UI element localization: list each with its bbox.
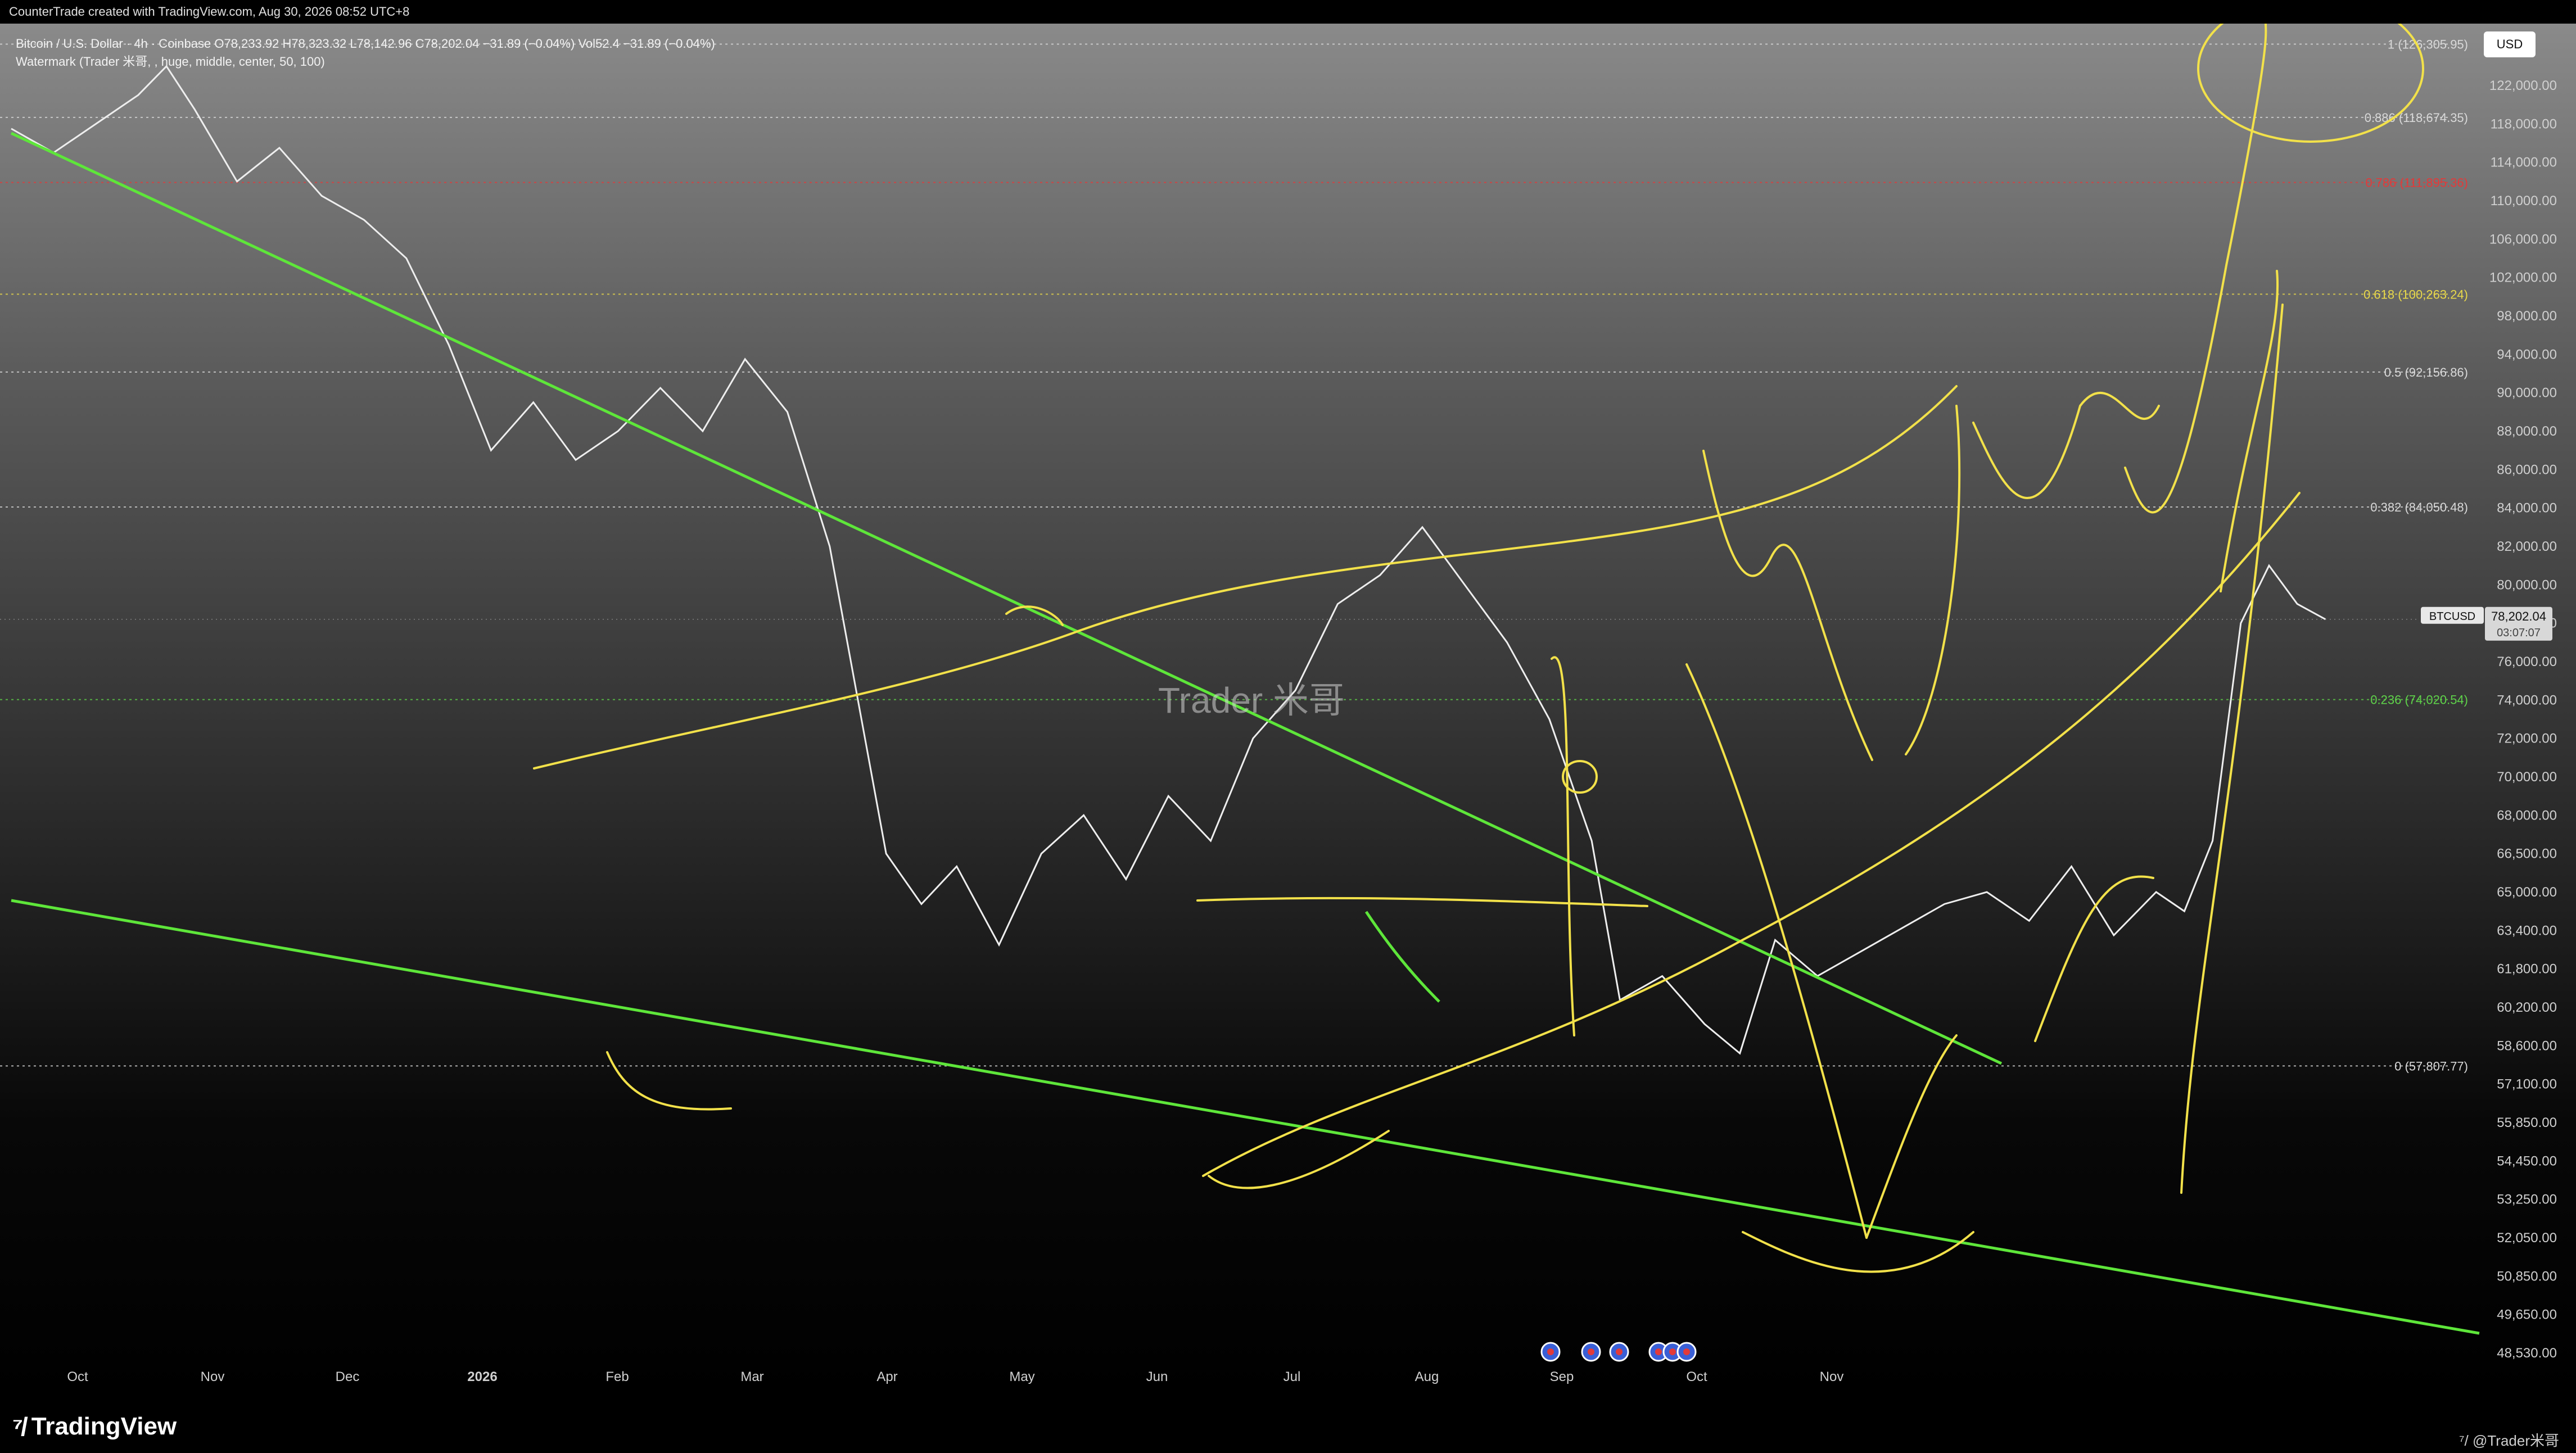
economic-event-dot — [1669, 1348, 1676, 1355]
tradingview-logo: ⁷/ TradingView — [12, 1411, 177, 1442]
y-tick-label: 72,000.00 — [2497, 731, 2557, 746]
fib-label: 0.5 (92,156.86) — [2384, 365, 2468, 379]
author-name: @Trader米哥 — [2472, 1432, 2559, 1449]
y-tick-label: 57,100.00 — [2497, 1077, 2557, 1092]
top-credit-bar: CounterTrade created with TradingView.co… — [0, 0, 2576, 24]
y-tick-label: 74,000.00 — [2497, 692, 2557, 708]
y-tick-label: 48,530.00 — [2497, 1346, 2557, 1361]
y-tick-label: 65,000.00 — [2497, 885, 2557, 900]
hand-drawn-annotation — [1685, 663, 1868, 1239]
y-tick-label: 98,000.00 — [2497, 309, 2557, 324]
legend-watermark-indicator: Watermark (Trader 米哥, , huge, middle, ce… — [16, 55, 325, 69]
green-annotation — [1364, 911, 1440, 1003]
lower-trendline — [11, 899, 2480, 1335]
hand-drawn-annotation — [1208, 1130, 1390, 1189]
x-tick-label: Nov — [201, 1369, 225, 1384]
y-tick-label: 63,400.00 — [2497, 923, 2557, 938]
y-tick-label: 49,650.00 — [2497, 1307, 2557, 1323]
y-tick-label: 55,850.00 — [2497, 1115, 2557, 1130]
y-tick-label: 118,000.00 — [2491, 116, 2557, 132]
y-tick-label: 80,000.00 — [2497, 577, 2557, 592]
x-tick-label: Mar — [740, 1369, 763, 1384]
fib-label: 0.886 (118,674.35) — [2365, 111, 2468, 125]
bottom-bar: ⁷/ TradingView ⁷/ @Trader米哥 — [0, 1398, 2576, 1453]
symbol-tag: BTCUSD — [2429, 610, 2475, 623]
watermark-text: Trader 米哥 — [1158, 680, 1345, 721]
fib-label: 0.618 (100,263.24) — [2363, 287, 2468, 301]
y-tick-label: 88,000.00 — [2497, 424, 2557, 439]
hand-drawn-annotation — [2034, 875, 2154, 1042]
y-tick-label: 50,850.00 — [2497, 1269, 2557, 1284]
economic-event-dot — [1588, 1348, 1594, 1355]
hand-drawn-annotation — [2180, 304, 2284, 1194]
hand-drawn-annotation — [606, 1051, 732, 1111]
y-tick-label: 94,000.00 — [2497, 347, 2557, 362]
y-tick-label: 66,500.00 — [2497, 847, 2557, 862]
x-tick-label: Nov — [1820, 1369, 1844, 1384]
x-tick-label: Apr — [876, 1369, 897, 1384]
y-tick-label: 70,000.00 — [2497, 769, 2557, 785]
hand-drawn-annotation — [1196, 897, 1648, 907]
currency-selector[interactable]: USD — [2484, 31, 2536, 57]
x-tick-label: Sep — [1550, 1369, 1574, 1384]
y-tick-label: 90,000.00 — [2497, 386, 2557, 401]
tradingview-brand: TradingView — [31, 1413, 177, 1440]
hand-drawn-annotation — [1702, 450, 1873, 761]
y-tick-label: 60,200.00 — [2497, 1000, 2557, 1015]
credit-text: CounterTrade created with TradingView.co… — [9, 4, 410, 19]
x-tick-label: Oct — [1686, 1369, 1707, 1384]
author-credit: ⁷/ @Trader米哥 — [2459, 1429, 2559, 1450]
hand-drawn-annotation — [1005, 605, 1064, 626]
hand-drawn-annotation — [2124, 24, 2267, 514]
y-tick-label: 114,000.00 — [2491, 155, 2557, 170]
fib-label: 0 (57,807.77) — [2394, 1059, 2468, 1073]
y-tick-label: 54,450.00 — [2497, 1153, 2557, 1169]
y-tick-label: 82,000.00 — [2497, 539, 2557, 554]
price-series-line — [11, 65, 2326, 1055]
economic-event-dot — [1683, 1348, 1690, 1355]
y-tick-label: 76,000.00 — [2497, 654, 2557, 669]
x-tick-label: Oct — [67, 1369, 88, 1384]
upper-trendline — [10, 132, 2003, 1065]
hand-drawn-annotation — [1905, 405, 1961, 755]
hand-drawn-annotation — [2220, 270, 2279, 592]
tradingview-logo-icon: ⁷/ — [12, 1412, 28, 1441]
x-tick-label: Dec — [336, 1369, 360, 1384]
y-tick-label: 86,000.00 — [2497, 462, 2557, 477]
fib-label: 0.382 (84,050.48) — [2370, 500, 2468, 514]
y-tick-label: 122,000.00 — [2489, 78, 2557, 93]
y-tick-label: 61,800.00 — [2497, 962, 2557, 977]
y-tick-label: 110,000.00 — [2491, 193, 2557, 209]
y-tick-label: 84,000.00 — [2497, 501, 2557, 516]
x-tick-label: May — [1009, 1369, 1034, 1384]
x-tick-label: Jun — [1146, 1369, 1168, 1384]
y-tick-label: 53,250.00 — [2497, 1192, 2557, 1207]
fib-label: 0.236 (74,020.54) — [2370, 693, 2468, 707]
hand-drawn-annotation — [1551, 656, 1575, 1036]
y-tick-label: 52,050.00 — [2497, 1230, 2557, 1246]
x-tick-label: Feb — [605, 1369, 629, 1384]
legend: Bitcoin / U.S. Dollar · 4h · Coinbase O7… — [16, 35, 715, 71]
last-price-label: 78,202.04 — [2491, 609, 2546, 623]
legend-ohlc: Bitcoin / U.S. Dollar · 4h · Coinbase O7… — [16, 37, 715, 51]
x-tick-label: 2026 — [467, 1369, 497, 1384]
y-tick-label: 102,000.00 — [2489, 270, 2557, 286]
y-tick-label: 58,600.00 — [2497, 1038, 2557, 1053]
y-tick-label: 68,000.00 — [2497, 808, 2557, 823]
x-tick-label: Jul — [1284, 1369, 1301, 1384]
x-tick-label: Aug — [1415, 1369, 1439, 1384]
economic-event-dot — [1616, 1348, 1623, 1355]
y-tick-label: 106,000.00 — [2489, 232, 2557, 247]
tradingview-mini-icon: ⁷/ — [2459, 1432, 2469, 1449]
fib-label: 0.786 (111,895.36) — [2365, 176, 2468, 190]
economic-event-dot — [1547, 1348, 1554, 1355]
economic-event-dot — [1655, 1348, 1662, 1355]
fib-label: 1 (126,305.95) — [2388, 37, 2468, 51]
candle-countdown: 03:07:07 — [2497, 627, 2541, 639]
